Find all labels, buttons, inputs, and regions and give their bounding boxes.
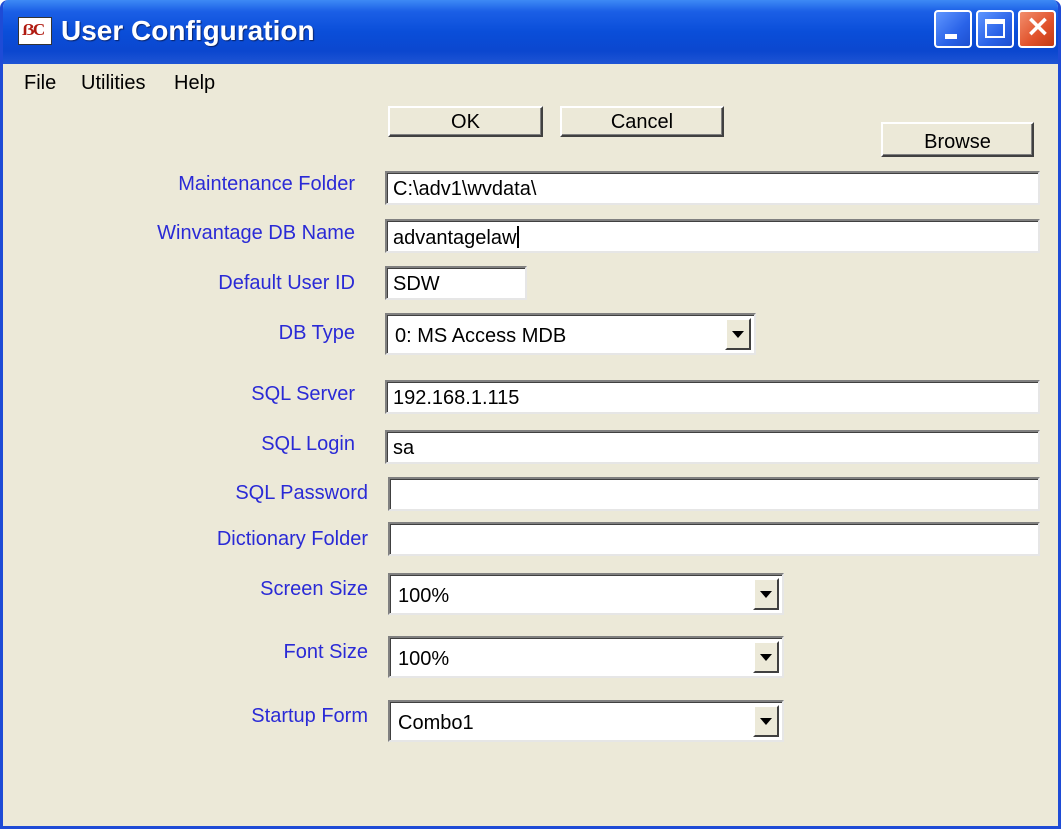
db-type-label: DB Type [278, 322, 355, 344]
winvantage-db-name-value: advantagelaw [393, 227, 517, 249]
chevron-down-icon [732, 331, 744, 338]
screen-size-value: 100% [398, 585, 450, 607]
screen-size-label: Screen Size [260, 578, 368, 600]
db-type-value: 0: MS Access MDB [395, 325, 567, 347]
db-type-dropdown-button[interactable] [725, 318, 751, 350]
font-size-dropdown-button[interactable] [753, 641, 779, 673]
browse-button[interactable]: Browse [881, 122, 1034, 157]
maximize-button[interactable] [976, 10, 1014, 48]
sql-server-label: SQL Server [251, 383, 355, 405]
default-user-id-input[interactable]: SDW [385, 266, 527, 300]
maintenance-folder-label: Maintenance Folder [178, 173, 355, 195]
user-configuration-window: ẞC User Configuration × File Utilities H… [0, 0, 1061, 829]
menu-utilities[interactable]: Utilities [81, 72, 145, 95]
minimize-button[interactable] [934, 10, 972, 48]
maintenance-folder-input[interactable]: C:\adv1\wvdata\ [385, 171, 1040, 205]
menu-file[interactable]: File [24, 72, 56, 95]
text-cursor [517, 226, 520, 248]
font-size-label: Font Size [283, 641, 368, 663]
screen-size-dropdown-button[interactable] [753, 578, 779, 610]
minimize-icon [945, 34, 957, 39]
sql-password-input[interactable] [388, 477, 1040, 511]
winvantage-db-name-label: Winvantage DB Name [157, 222, 355, 244]
db-type-select[interactable]: 0: MS Access MDB [385, 313, 756, 355]
sql-password-label: SQL Password [235, 482, 368, 504]
startup-form-value: Combo1 [398, 712, 474, 734]
chevron-down-icon [760, 718, 772, 725]
cancel-button[interactable]: Cancel [560, 106, 724, 137]
dictionary-folder-input[interactable] [388, 522, 1040, 556]
close-icon: × [1025, 9, 1051, 44]
chevron-down-icon [760, 654, 772, 661]
close-button[interactable]: × [1018, 9, 1056, 48]
menu-bar: File Utilities Help [3, 64, 1058, 100]
sql-login-input[interactable]: sa [385, 430, 1040, 464]
font-size-select[interactable]: 100% [388, 636, 784, 678]
app-icon[interactable]: ẞC [18, 17, 52, 45]
sql-server-input[interactable]: 192.168.1.115 [385, 380, 1040, 414]
font-size-value: 100% [398, 648, 450, 670]
default-user-id-label: Default User ID [218, 272, 355, 294]
winvantage-db-name-input[interactable]: advantagelaw [385, 219, 1040, 253]
chevron-down-icon [760, 591, 772, 598]
startup-form-label: Startup Form [251, 705, 368, 727]
dictionary-folder-label: Dictionary Folder [216, 528, 368, 550]
title-bar[interactable]: ẞC User Configuration × [3, 0, 1058, 64]
startup-form-select[interactable]: Combo1 [388, 700, 784, 742]
ok-button[interactable]: OK [388, 106, 543, 137]
sql-login-label: SQL Login [261, 433, 355, 455]
menu-help[interactable]: Help [174, 72, 215, 95]
window-title: User Configuration [61, 15, 315, 46]
screen-size-select[interactable]: 100% [388, 573, 784, 615]
maximize-icon [985, 19, 1005, 38]
startup-form-dropdown-button[interactable] [753, 705, 779, 737]
